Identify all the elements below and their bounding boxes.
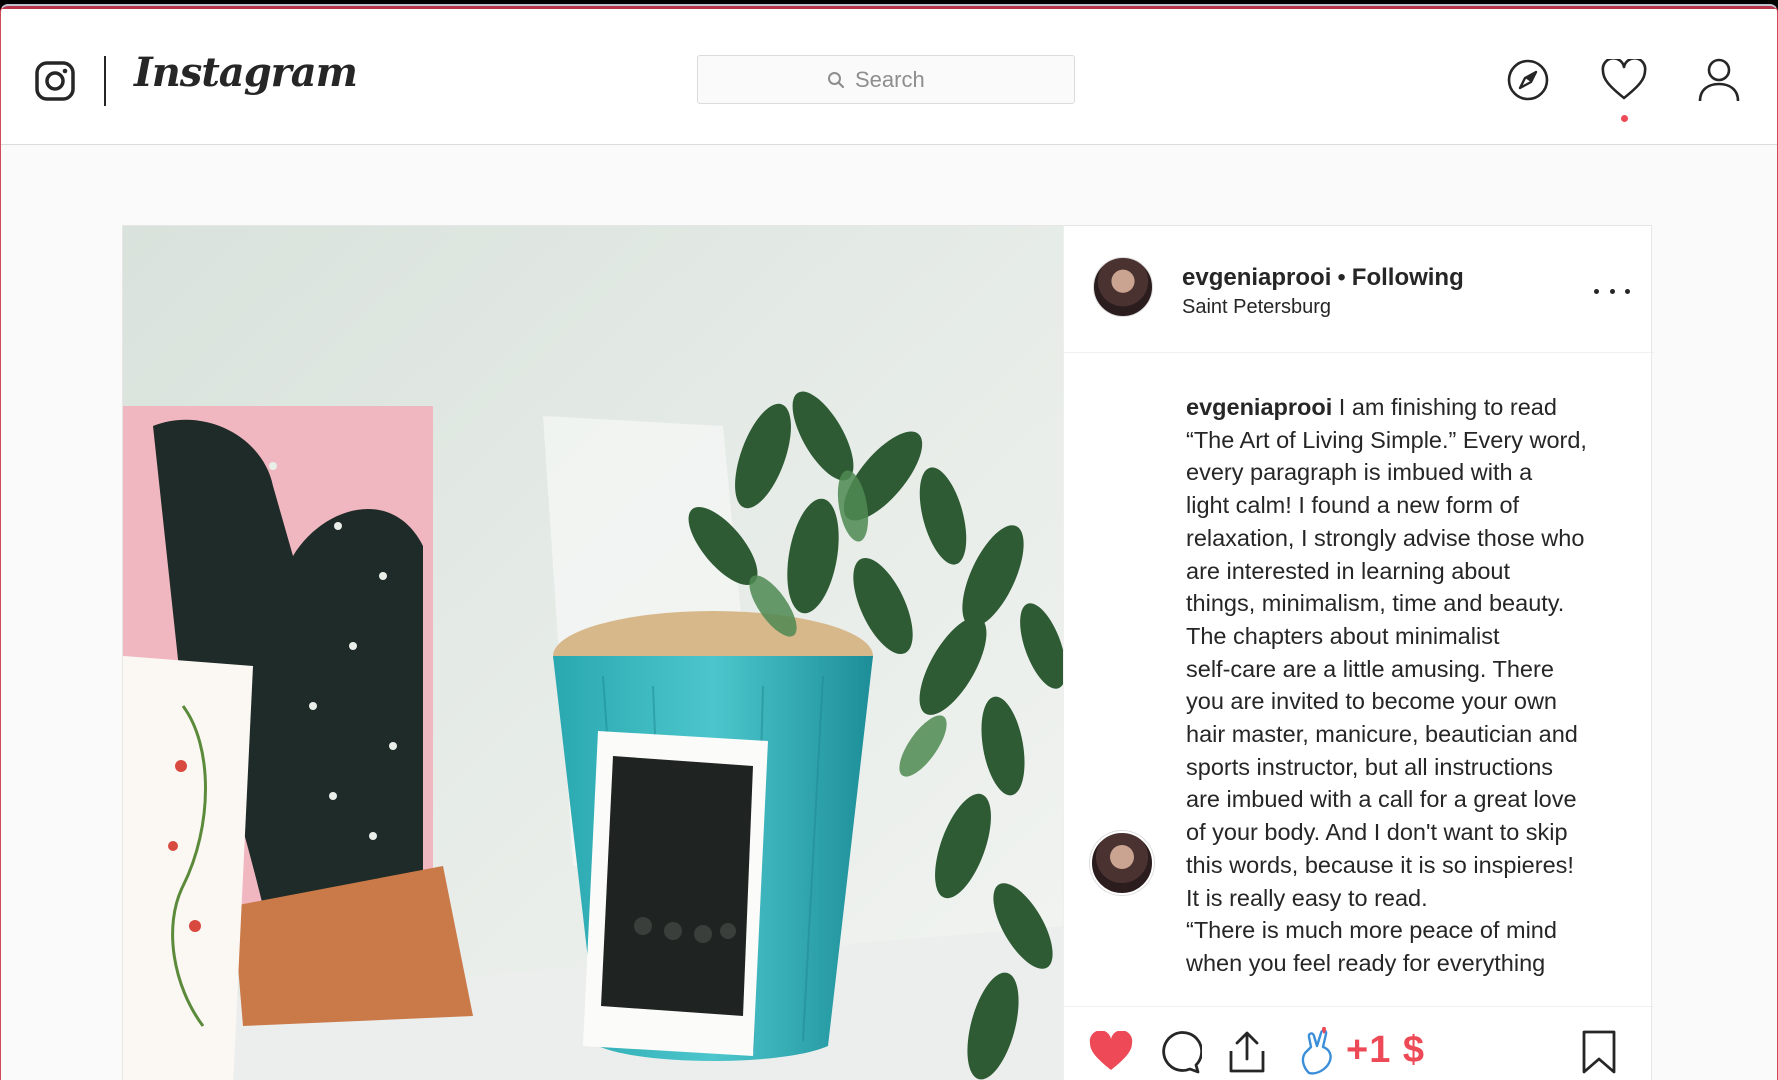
search-input[interactable] <box>855 66 945 93</box>
separator-dot: • <box>1337 264 1346 291</box>
post-header: evgeniaprooi • Following Saint Petersburg <box>1064 226 1654 353</box>
tip-amount-label[interactable]: +1 $ <box>1346 1029 1425 1072</box>
author-avatar[interactable] <box>1093 257 1153 317</box>
author-line: evgeniaprooi • Following <box>1182 264 1464 292</box>
post-photo-illustration <box>123 226 1063 1080</box>
activity-heart-icon[interactable] <box>1601 57 1647 103</box>
following-button[interactable]: Following <box>1352 264 1464 291</box>
author-username[interactable]: evgeniaprooi <box>1182 264 1331 291</box>
top-navbar: Instagram <box>1 9 1777 145</box>
post-caption: evgeniaprooi I am finishing to read “The… <box>1186 391 1626 980</box>
post-actions: +1 $ <box>1064 1006 1654 1080</box>
post-photo[interactable] <box>123 226 1063 1080</box>
instagram-wordmark[interactable]: Instagram <box>134 49 358 96</box>
search-bar[interactable] <box>697 55 1075 104</box>
more-options-icon[interactable] <box>1594 281 1630 301</box>
caption-avatar[interactable] <box>1090 831 1154 895</box>
search-icon <box>828 71 845 88</box>
logo-divider <box>104 56 106 106</box>
explore-compass-icon[interactable] <box>1505 57 1551 103</box>
notification-dot <box>1621 115 1628 122</box>
like-heart-filled-icon[interactable] <box>1086 1027 1136 1077</box>
comment-icon[interactable] <box>1154 1027 1204 1077</box>
post-card: evgeniaprooi • Following Saint Petersburg … <box>122 225 1654 1080</box>
post-sidebar: evgeniaprooi • Following Saint Petersburg … <box>1063 226 1654 1080</box>
tip-hand-icon[interactable] <box>1292 1027 1342 1077</box>
instagram-camera-icon[interactable] <box>35 61 75 101</box>
profile-icon[interactable] <box>1696 57 1742 103</box>
bookmark-icon[interactable] <box>1574 1027 1624 1077</box>
share-icon[interactable] <box>1222 1027 1272 1077</box>
browser-window: Instagram Search evgeniaprooi • Followin… <box>0 4 1778 1080</box>
post-location[interactable]: Saint Petersburg <box>1182 296 1331 319</box>
caption-text: I am finishing to read “The Art of Livin… <box>1186 394 1587 976</box>
caption-username[interactable]: evgeniaprooi <box>1186 394 1332 420</box>
